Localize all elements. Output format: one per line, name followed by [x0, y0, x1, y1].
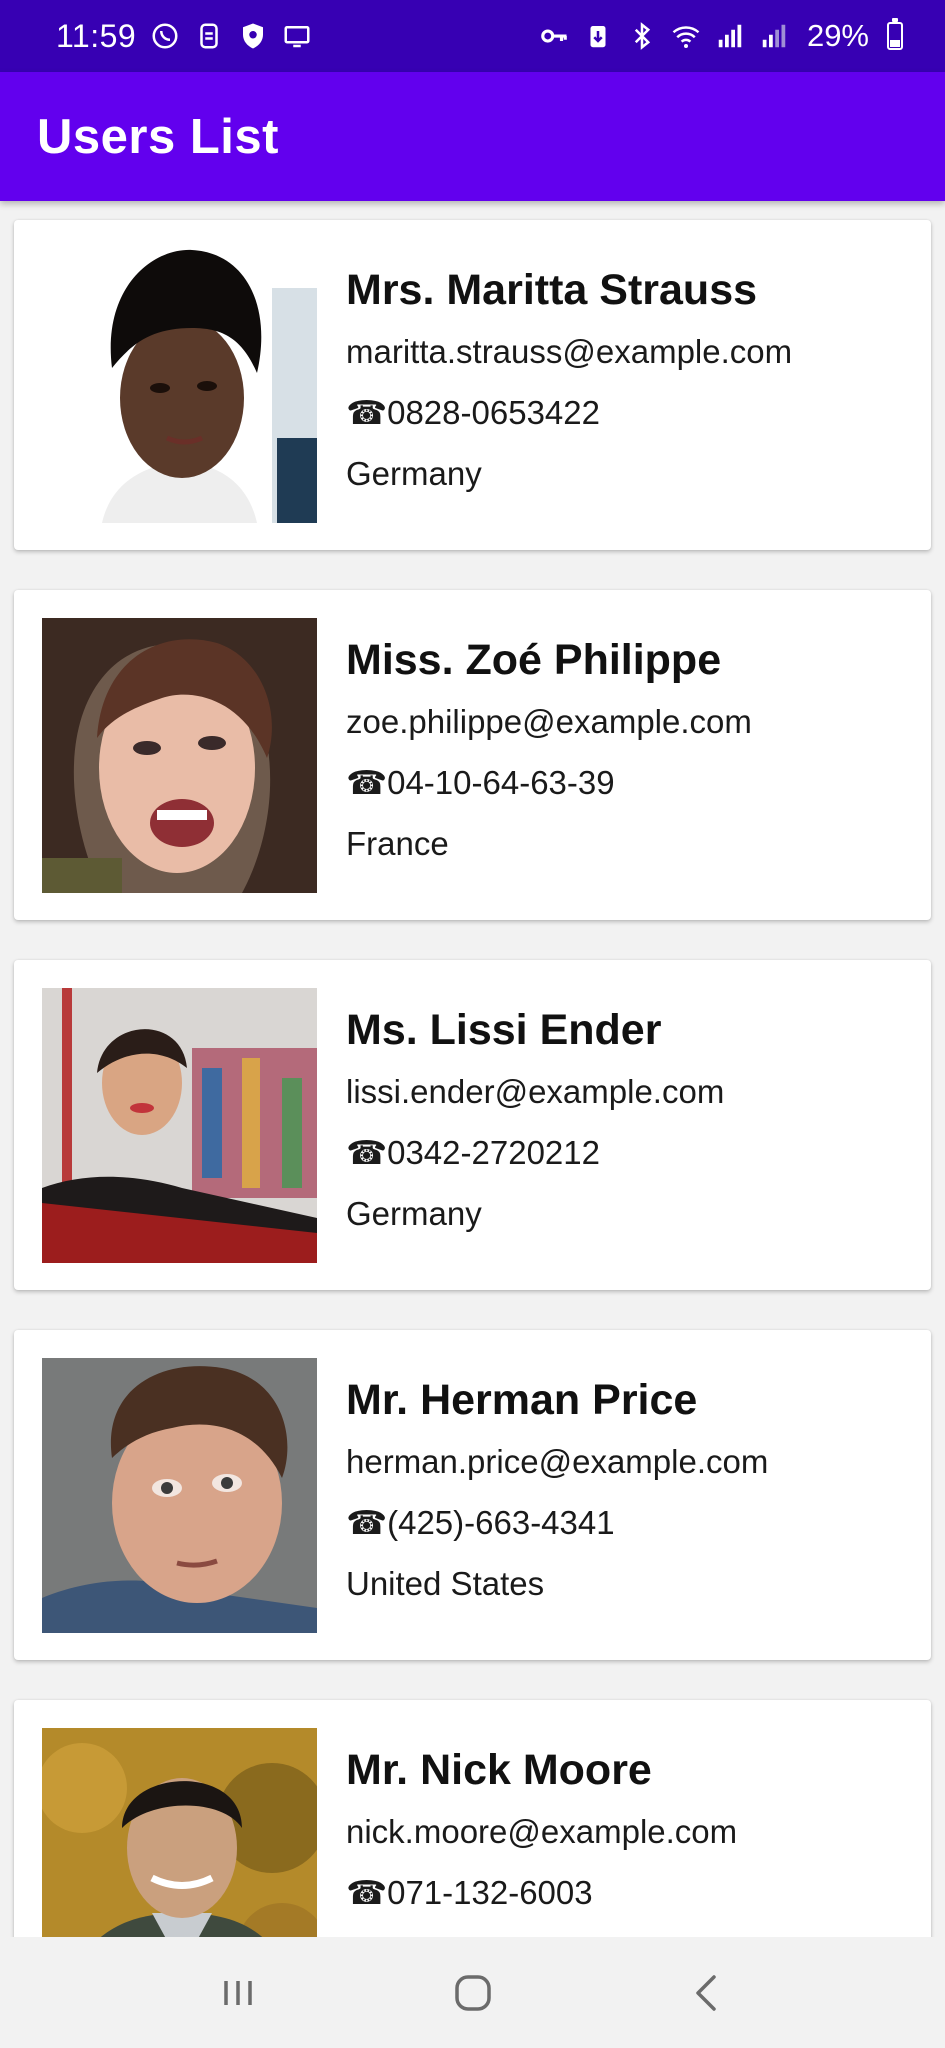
- user-country: Germany: [346, 455, 482, 492]
- signal-icon-2: [759, 21, 789, 51]
- wifi-icon: [671, 21, 701, 51]
- avatar: [42, 1728, 317, 1937]
- user-info: Mrs. Maritta Strauss maritta.strauss@exa…: [346, 264, 921, 494]
- user-email: lissi.ender@example.com: [346, 1073, 725, 1110]
- users-list[interactable]: Mrs. Maritta Strauss maritta.strauss@exa…: [0, 201, 945, 1937]
- user-card[interactable]: Miss. Zoé Philippe zoe.philippe@example.…: [14, 590, 931, 920]
- user-card[interactable]: Ms. Lissi Ender lissi.ender@example.com …: [14, 960, 931, 1290]
- battery-icon: [887, 18, 903, 50]
- bluetooth-icon: [627, 21, 657, 51]
- user-phone: ☎071-132-6003: [346, 1874, 593, 1911]
- sim-icon: [194, 21, 224, 51]
- user-country: United States: [346, 1565, 545, 1602]
- signal-icon: [715, 21, 745, 51]
- vpn-shield-icon: [238, 21, 268, 51]
- battery-percent: 29%: [806, 18, 869, 53]
- cast-screen-icon: [282, 21, 312, 51]
- user-name: Mrs. Maritta Strauss: [346, 266, 758, 314]
- recent-apps-icon[interactable]: [208, 1963, 268, 2023]
- user-info: Ms. Lissi Ender lissi.ender@example.com …: [346, 1004, 921, 1234]
- status-bar: 11:59 29%: [0, 0, 945, 72]
- user-country: France: [346, 825, 449, 862]
- user-email: zoe.philippe@example.com: [346, 703, 752, 740]
- status-time: 11:59: [56, 17, 137, 54]
- user-info: Miss. Zoé Philippe zoe.philippe@example.…: [346, 634, 921, 864]
- user-phone: ☎0828-0653422: [346, 394, 600, 431]
- user-card[interactable]: Mrs. Maritta Strauss maritta.strauss@exa…: [14, 220, 931, 550]
- status-right: 29%: [539, 18, 903, 54]
- user-phone: ☎0342-2720212: [346, 1134, 600, 1171]
- user-country: Germany: [346, 1195, 482, 1232]
- user-name: Mr. Herman Price: [346, 1376, 698, 1424]
- avatar: [42, 1358, 317, 1633]
- user-email: herman.price@example.com: [346, 1443, 769, 1480]
- user-email: nick.moore@example.com: [346, 1813, 738, 1850]
- avatar: [42, 618, 317, 893]
- back-icon[interactable]: [678, 1963, 738, 2023]
- navigation-bar: [0, 1937, 945, 2048]
- user-card[interactable]: Mr. Herman Price herman.price@example.co…: [14, 1330, 931, 1660]
- avatar: [42, 248, 317, 523]
- user-card[interactable]: Mr. Nick Moore nick.moore@example.com ☎0…: [14, 1700, 931, 1937]
- user-phone: ☎04-10-64-63-39: [346, 764, 615, 801]
- battery-fill: [890, 40, 900, 47]
- whatsapp-icon: [150, 21, 180, 51]
- home-icon[interactable]: [443, 1963, 503, 2023]
- page-title: Users List: [37, 109, 279, 164]
- user-info: Mr. Nick Moore nick.moore@example.com ☎0…: [346, 1744, 921, 1934]
- user-info: Mr. Herman Price herman.price@example.co…: [346, 1374, 921, 1604]
- avatar: [42, 988, 317, 1263]
- status-left: 11:59: [56, 18, 312, 55]
- key-icon: [539, 21, 569, 51]
- user-phone: ☎(425)-663-4341: [346, 1504, 615, 1541]
- user-name: Ms. Lissi Ender: [346, 1006, 662, 1054]
- battery-saver-icon: [583, 21, 613, 51]
- user-email: maritta.strauss@example.com: [346, 333, 793, 370]
- app-bar: Users List: [0, 72, 945, 201]
- user-name: Miss. Zoé Philippe: [346, 636, 722, 684]
- user-name: Mr. Nick Moore: [346, 1746, 652, 1794]
